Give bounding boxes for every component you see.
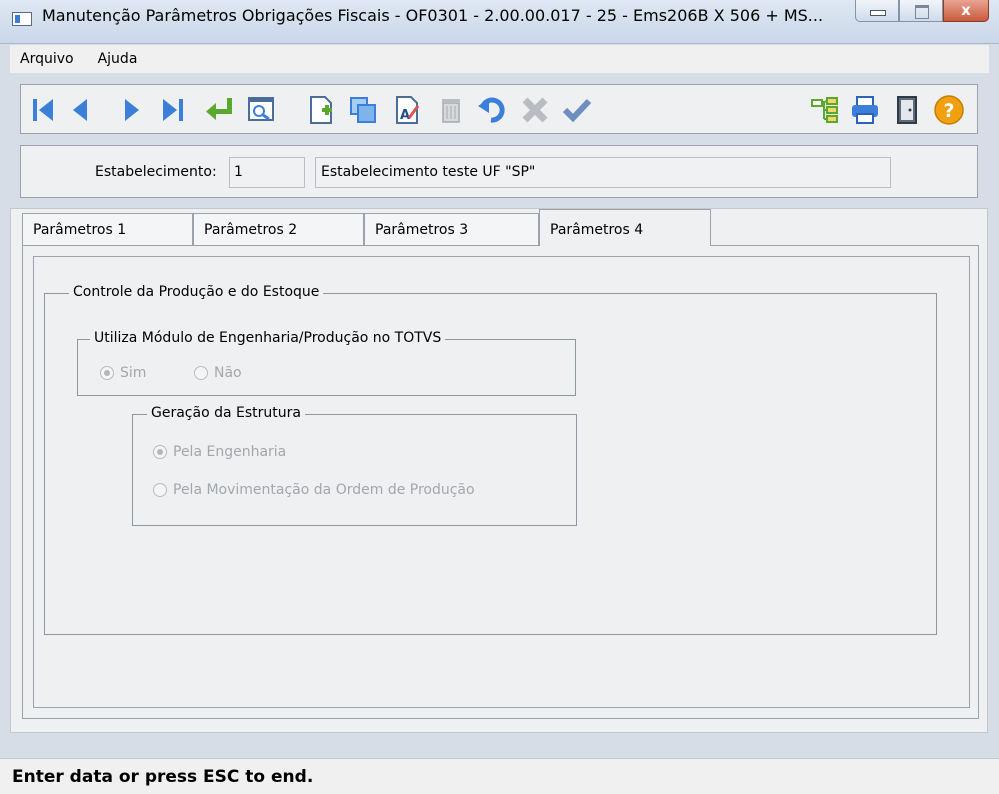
- svg-text:A: A: [400, 108, 410, 123]
- group-geracao-estrutura-title: Geração da Estrutura: [147, 405, 305, 421]
- search-button[interactable]: [243, 92, 279, 128]
- previous-record-button[interactable]: [63, 92, 99, 128]
- tab-parametros-3[interactable]: Parâmetros 3: [364, 213, 539, 245]
- confirm-button[interactable]: [559, 92, 595, 128]
- print-button[interactable]: [847, 92, 883, 128]
- first-record-button[interactable]: [25, 92, 61, 128]
- next-record-button[interactable]: [113, 92, 149, 128]
- group-modulo-engenharia: Utiliza Módulo de Engenharia/Produção no…: [77, 330, 576, 396]
- status-bar: Enter data or press ESC to end.: [0, 758, 999, 794]
- delete-record-icon: [442, 99, 460, 123]
- establishment-panel: Estabelecimento: 1 Estabelecimento teste…: [20, 145, 978, 198]
- new-record-button[interactable]: [303, 92, 339, 128]
- radio-sim[interactable]: Sim: [100, 365, 146, 381]
- copy-record-button[interactable]: [345, 92, 381, 128]
- goto-button[interactable]: [201, 92, 237, 128]
- establishment-name-field: Estabelecimento teste UF "SP": [315, 157, 891, 188]
- radio-nao-indicator: [194, 366, 208, 380]
- last-record-button[interactable]: [155, 92, 191, 128]
- delete-record-button[interactable]: [433, 92, 469, 128]
- tab-inner-frame: Controle da Produção e do Estoque Utiliz…: [33, 256, 970, 708]
- group-geracao-estrutura: Geração da Estrutura Pela Engenharia Pel…: [132, 405, 577, 526]
- search-icon: [248, 97, 274, 121]
- help-button[interactable]: ?: [931, 92, 967, 128]
- cancel-button[interactable]: [517, 92, 553, 128]
- radio-sim-label: Sim: [120, 365, 147, 381]
- first-record-icon: [33, 99, 53, 121]
- establishment-code-field[interactable]: 1: [229, 157, 305, 188]
- help-icon: ?: [934, 95, 964, 125]
- menu-bar: Arquivo Ajuda: [10, 45, 989, 73]
- main-panel: Parâmetros 1 Parâmetros 2 Parâmetros 3 P…: [10, 208, 988, 733]
- new-record-icon: [310, 96, 332, 124]
- close-button[interactable]: x: [943, 0, 989, 22]
- menu-ajuda[interactable]: Ajuda: [98, 51, 138, 67]
- toolbar: A ?: [20, 84, 978, 134]
- svg-text:?: ?: [944, 100, 955, 122]
- radio-sim-indicator: [100, 366, 114, 380]
- edit-record-icon: A: [396, 96, 420, 124]
- tab-parametros-4[interactable]: Parâmetros 4: [539, 209, 711, 246]
- radio-pela-engenharia[interactable]: Pela Engenharia: [153, 444, 286, 460]
- exit-button[interactable]: [889, 92, 925, 128]
- undo-icon: [478, 97, 505, 123]
- tab-parametros-1[interactable]: Parâmetros 1: [22, 213, 193, 245]
- confirm-icon: [562, 98, 592, 123]
- menu-arquivo[interactable]: Arquivo: [20, 51, 74, 67]
- group-controle-producao: Controle da Produção e do Estoque Utiliz…: [44, 284, 937, 635]
- edit-record-button[interactable]: A: [389, 92, 425, 128]
- next-record-icon: [125, 99, 139, 121]
- radio-pela-engenharia-indicator: [153, 445, 167, 459]
- undo-button[interactable]: [475, 92, 511, 128]
- previous-record-icon: [73, 99, 87, 121]
- minimize-button[interactable]: [855, 0, 899, 22]
- radio-pela-movimentacao[interactable]: Pela Movimentação da Ordem de Produção: [153, 482, 475, 498]
- radio-nao[interactable]: Não: [194, 365, 242, 381]
- window-controls: x: [855, 0, 989, 22]
- title-bar: Manutenção Parâmetros Obrigações Fiscais…: [0, 0, 999, 44]
- group-modulo-engenharia-title: Utiliza Módulo de Engenharia/Produção no…: [90, 330, 446, 346]
- radio-pela-engenharia-label: Pela Engenharia: [173, 444, 287, 460]
- tree-view-button[interactable]: [807, 92, 843, 128]
- radio-nao-label: Não: [214, 365, 242, 381]
- goto-icon: [206, 98, 232, 120]
- print-icon: [852, 96, 878, 124]
- radio-pela-movimentacao-label: Pela Movimentação da Ordem de Produção: [173, 482, 475, 498]
- radio-pela-movimentacao-indicator: [153, 483, 167, 497]
- copy-record-icon: [350, 97, 376, 123]
- tab-content: Controle da Produção e do Estoque Utiliz…: [22, 245, 979, 719]
- establishment-label: Estabelecimento:: [95, 164, 217, 180]
- tab-parametros-2[interactable]: Parâmetros 2: [193, 213, 364, 245]
- maximize-button[interactable]: [899, 0, 943, 22]
- tree-view-icon: [811, 97, 838, 123]
- cancel-icon: [522, 97, 548, 123]
- exit-icon: [897, 96, 917, 124]
- app-icon: [12, 12, 32, 26]
- group-controle-producao-title: Controle da Produção e do Estoque: [69, 284, 324, 300]
- window-title: Manutenção Parâmetros Obrigações Fiscais…: [42, 6, 824, 25]
- last-record-icon: [163, 99, 183, 121]
